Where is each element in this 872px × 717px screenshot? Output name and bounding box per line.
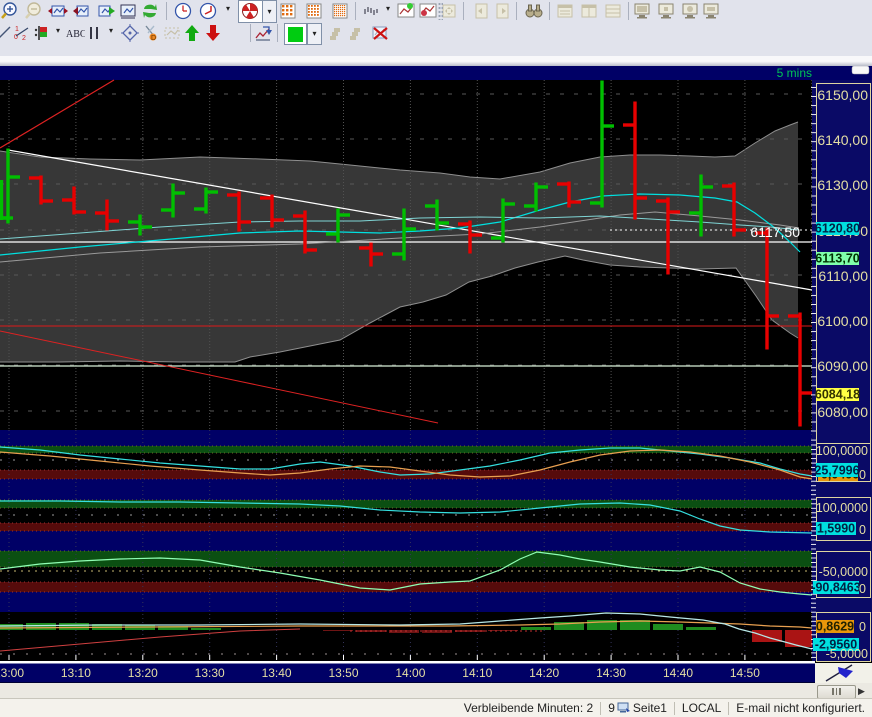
svg-text:6090,00: 6090,00 (817, 358, 868, 374)
svg-text:14:00: 14:00 (395, 666, 425, 680)
svg-text:13:10: 13:10 (61, 666, 91, 680)
svg-text:13:00: 13:00 (0, 666, 24, 680)
svg-text:6120,80: 6120,80 (815, 222, 860, 236)
svg-text:-50,0000: -50,0000 (819, 565, 868, 579)
svg-text:6110,00: 6110,00 (818, 268, 868, 284)
svg-text:0: 0 (859, 620, 866, 634)
svg-text:0,8629: 0,8629 (816, 620, 854, 634)
svg-text:13:50: 13:50 (328, 666, 358, 680)
svg-text:14:30: 14:30 (596, 666, 626, 680)
svg-text:1,5990: 1,5990 (817, 522, 855, 536)
svg-text:13:40: 13:40 (262, 666, 292, 680)
svg-text:6084,18: 6084,18 (815, 388, 860, 402)
svg-text:100,0000: 100,0000 (816, 444, 868, 458)
svg-text:1: 1 (15, 26, 19, 33)
svg-text:14:20: 14:20 (529, 666, 559, 680)
svg-text:-5,0000: -5,0000 (826, 647, 868, 661)
svg-text:6113,70: 6113,70 (815, 252, 860, 266)
svg-text:6080,00: 6080,00 (817, 404, 868, 420)
svg-text:0: 0 (859, 582, 866, 596)
svg-text:14:50: 14:50 (730, 666, 760, 680)
svg-text:6100,00: 6100,00 (817, 313, 868, 329)
svg-text:6140,00: 6140,00 (817, 132, 868, 148)
svg-text:14:10: 14:10 (462, 666, 492, 680)
svg-text:6117,50: 6117,50 (750, 224, 800, 240)
svg-text:14:40: 14:40 (663, 666, 693, 680)
svg-text:100,0000: 100,0000 (816, 501, 868, 515)
svg-text:0: 0 (859, 468, 866, 482)
svg-text:2: 2 (22, 35, 26, 42)
svg-text:13:20: 13:20 (128, 666, 158, 680)
svg-text:13:30: 13:30 (195, 666, 225, 680)
svg-text:6130,00: 6130,00 (817, 177, 868, 193)
svg-text:5 mins: 5 mins (777, 66, 812, 80)
svg-text:D: D (151, 35, 156, 42)
svg-text:-90,8463: -90,8463 (811, 581, 860, 595)
svg-text:6150,00: 6150,00 (817, 87, 868, 103)
svg-text:25,7996: 25,7996 (814, 464, 859, 478)
svg-text:0: 0 (859, 523, 866, 537)
svg-text:ABC: ABC (66, 29, 85, 40)
